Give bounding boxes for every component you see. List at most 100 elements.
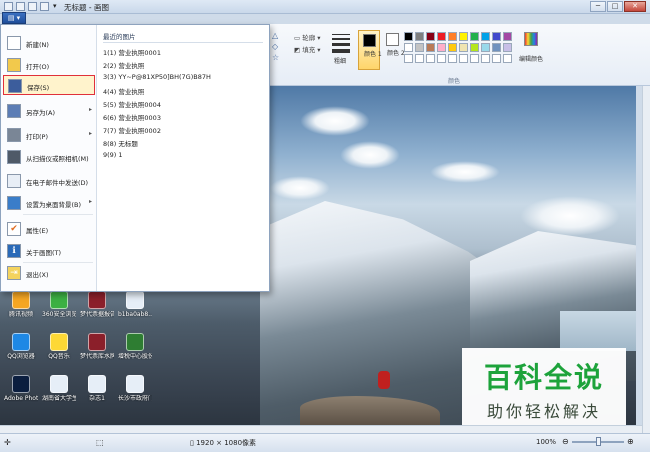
recent-picture-item[interactable]: 5(5) 营业执照0004 — [103, 99, 263, 111]
dropdown-icon[interactable]: ▾ — [53, 2, 57, 10]
fill-button[interactable]: ◩ 填充 ▾ — [294, 44, 321, 54]
palette-color[interactable] — [481, 43, 490, 52]
palette-color[interactable] — [492, 43, 501, 52]
menu-item-email[interactable]: 在电子邮件中发送(D) — [3, 171, 95, 191]
cloud — [520, 196, 620, 236]
maximize-button[interactable]: □ — [607, 1, 623, 12]
app-icon — [4, 2, 13, 11]
palette-color[interactable] — [470, 43, 479, 52]
palette-custom-slot[interactable] — [415, 54, 424, 63]
menu-item-new[interactable]: 新建(N) — [3, 33, 95, 53]
palette-color[interactable] — [426, 43, 435, 52]
desktop-shortcut[interactable]: 长沙市政府门户网站... — [118, 375, 152, 415]
palette-color[interactable] — [426, 32, 435, 41]
zoom-slider-thumb[interactable] — [595, 437, 601, 446]
desktop-shortcut[interactable]: 梦代票据报告件 — [80, 291, 114, 331]
horizontal-scrollbar[interactable] — [0, 425, 642, 433]
menu-item-label: 设置为桌面背景(B) — [26, 201, 82, 209]
size-icon[interactable] — [332, 32, 350, 54]
desktop-shortcut[interactable]: 360安全浏览器 — [42, 291, 76, 331]
print-icon — [7, 128, 21, 142]
vertical-scrollbar[interactable] — [642, 86, 650, 433]
shortcut-icon — [126, 291, 144, 309]
divider — [103, 42, 263, 43]
zoom-in-button[interactable]: ⊕ — [627, 437, 634, 446]
palette-custom-slot[interactable] — [492, 54, 501, 63]
palette-color[interactable] — [503, 32, 512, 41]
menu-item-label: 新建(N) — [26, 41, 49, 49]
palette-custom-slot[interactable] — [448, 54, 457, 63]
app-menu-button[interactable]: ▤ ▾ — [2, 12, 26, 24]
menu-item-save[interactable]: 保存(S) — [3, 75, 95, 95]
email-icon — [7, 174, 21, 188]
palette-color[interactable] — [415, 43, 424, 52]
desktop-shortcut[interactable]: Adobe Photosh... — [4, 375, 38, 415]
outline-button[interactable]: ▭ 轮廓 ▾ — [294, 32, 321, 42]
shortcut-label: 梦代票库水牌 — [80, 353, 114, 360]
zoom-slider[interactable] — [572, 437, 624, 446]
desktop-shortcut[interactable]: 杂志1 — [80, 375, 114, 415]
palette-color[interactable] — [437, 43, 446, 52]
menu-item-desktop[interactable]: 设置为桌面背景(B) ▸ — [3, 193, 95, 213]
redo-icon[interactable] — [40, 2, 49, 11]
color2-label: 颜色 2 — [387, 50, 405, 57]
menu-item-properties[interactable]: ✔ 属性(E) — [3, 219, 95, 239]
recent-picture-item[interactable]: 6(6) 营业执照0003 — [103, 112, 263, 124]
menu-item-exit[interactable]: ⇥ 退出(X) — [3, 263, 95, 283]
recent-picture-item[interactable]: 3(3) YY~P@81XP50]BH(7G)B87H — [103, 73, 263, 85]
undo-icon[interactable] — [28, 2, 37, 11]
palette-color[interactable] — [404, 43, 413, 52]
palette-custom-slot[interactable] — [481, 54, 490, 63]
palette-color[interactable] — [448, 32, 457, 41]
recent-picture-item[interactable]: 2(2) 营业执照 — [103, 60, 263, 72]
recent-picture-item[interactable]: 1(1) 营业执照0001 — [103, 47, 263, 59]
shapes-icon[interactable]: △ ◇ ☆ — [272, 30, 292, 66]
palette-custom-slot[interactable] — [426, 54, 435, 63]
palette-custom-slot[interactable] — [470, 54, 479, 63]
recent-picture-item[interactable]: 4(4) 营业执照 — [103, 86, 263, 98]
desktop-shortcut[interactable]: 增税中心股份赛图片 — [118, 333, 152, 373]
palette-color[interactable] — [459, 32, 468, 41]
desktop-shortcut[interactable]: QQ浏览器 — [4, 333, 38, 373]
menu-item-save-as[interactable]: 另存为(A) ▸ — [3, 101, 95, 121]
zoom-out-button[interactable]: ⊖ — [562, 437, 569, 446]
recent-picture-item[interactable]: 7(7) 营业执照0002 — [103, 125, 263, 137]
palette-color[interactable] — [503, 43, 512, 52]
edit-colors-button[interactable]: 编辑颜色 — [517, 32, 545, 72]
menu-item-scanner[interactable]: 从扫描仪或照相机(M) — [3, 147, 95, 167]
desktop-shortcut[interactable]: QQ音乐 — [42, 333, 76, 373]
save-icon[interactable] — [16, 2, 25, 11]
cloud — [270, 176, 330, 200]
palette-color[interactable] — [492, 32, 501, 41]
palette-color[interactable] — [459, 43, 468, 52]
palette-custom-slot[interactable] — [459, 54, 468, 63]
menu-item-open[interactable]: 打开(O) — [3, 55, 95, 75]
color2-button[interactable]: 颜色 2 — [382, 30, 405, 70]
color1-button[interactable]: 颜色 1 — [358, 30, 382, 70]
close-button[interactable]: ✕ — [624, 1, 646, 12]
menu-item-print[interactable]: 打印(P) ▸ — [3, 125, 95, 145]
palette-custom-slot[interactable] — [503, 54, 512, 63]
palette-custom-slot[interactable] — [437, 54, 446, 63]
color2-swatch — [386, 33, 399, 46]
palette-color[interactable] — [470, 32, 479, 41]
desktop-shortcut[interactable]: 梦代票库水牌 — [80, 333, 114, 373]
menu-item-about[interactable]: ℹ 关于画图(T) — [3, 241, 95, 261]
palette-color[interactable] — [448, 43, 457, 52]
desktop-shortcut[interactable]: 湖南省大学生物研... — [42, 375, 76, 415]
palette-color[interactable] — [404, 32, 413, 41]
outline-label: 轮廓 — [302, 34, 316, 42]
recent-picture-item[interactable]: 9(9) 1 — [103, 151, 263, 163]
desktop-shortcut[interactable]: b1ba0ab8... — [118, 291, 152, 331]
palette-color[interactable] — [437, 32, 446, 41]
fill-label: 填充 — [302, 46, 316, 54]
desktop-shortcut[interactable]: 腾讯视频 — [4, 291, 38, 331]
minimize-button[interactable]: ─ — [590, 1, 606, 12]
palette-color[interactable] — [481, 32, 490, 41]
recent-picture-item[interactable]: 8(8) 无标题 — [103, 138, 263, 150]
scanner-icon — [7, 150, 21, 164]
palette-custom-slot[interactable] — [404, 54, 413, 63]
cloud — [300, 106, 370, 136]
palette-color[interactable] — [415, 32, 424, 41]
shortcut-label: 湖南省大学生物研... — [42, 395, 76, 402]
